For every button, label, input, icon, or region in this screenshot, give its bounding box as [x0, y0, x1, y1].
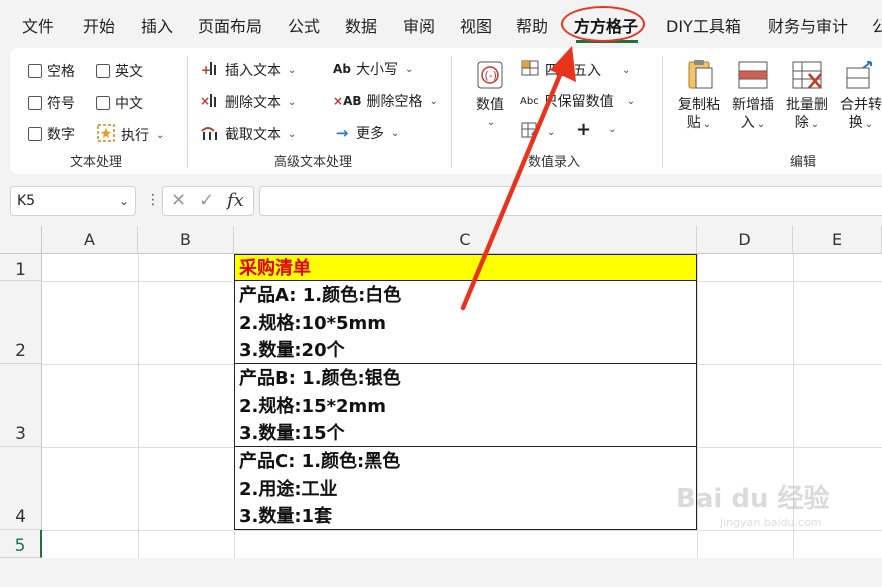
group-label-value: 数值录入: [528, 155, 581, 170]
name-box[interactable]: K5 ⌄: [10, 186, 136, 216]
svg-text:(-): (-): [485, 69, 498, 82]
group-label-advanced: 高级文本处理: [274, 155, 353, 170]
row-header-1[interactable]: 1: [0, 254, 42, 281]
tab-insert[interactable]: 插入: [141, 16, 173, 38]
value-tools-button[interactable]: ⌄: [520, 121, 555, 143]
value-icon: (-): [470, 58, 510, 92]
checkbox-box[interactable]: [28, 64, 42, 78]
new-insert-button[interactable]: 新增插 入 ⌄: [726, 58, 780, 134]
tab-page-layout[interactable]: 页面布局: [198, 16, 262, 38]
round-icon: [520, 59, 540, 81]
cell-c4[interactable]: 产品C: 1.颜色:黑色 2.用途:工业 3.数量:1套: [234, 446, 697, 530]
checkbox-box[interactable]: [96, 96, 110, 110]
checkbox-chinese[interactable]: 中文: [96, 93, 143, 113]
checkbox-box[interactable]: [28, 96, 42, 110]
select-all-corner[interactable]: [0, 226, 42, 254]
formula-bar: K5 ⌄ ⋮ ✕ ✓ fx: [0, 174, 882, 226]
merge-icon: [841, 58, 881, 92]
delete-space-button[interactable]: ×AB 删除空格 ⌄: [333, 91, 438, 111]
checkbox-box[interactable]: [28, 127, 42, 141]
keep-value-button[interactable]: Abc 只保留数值 ⌄: [520, 91, 635, 111]
tab-home[interactable]: 开始: [83, 16, 115, 38]
cut-text-button[interactable]: 截取文本 ⌄: [200, 123, 296, 145]
column-header-e[interactable]: E: [793, 226, 882, 254]
group-label-text: 文本处理: [70, 155, 123, 170]
column-header-a[interactable]: A: [42, 226, 138, 254]
abc-icon: Abc: [520, 95, 539, 107]
insert-text-icon: +: [200, 59, 220, 81]
svg-text:×: ×: [200, 94, 210, 108]
formula-controls: ✕ ✓ fx: [162, 186, 254, 216]
checkbox-number[interactable]: 数字: [28, 124, 75, 144]
column-header-c[interactable]: C: [234, 226, 697, 254]
batch-delete-button[interactable]: 批量删 除 ⌄: [780, 58, 834, 134]
tab-diy-toolbox[interactable]: DIY工具箱: [666, 16, 741, 38]
cancel-icon[interactable]: ✕: [171, 190, 186, 211]
column-header-d[interactable]: D: [697, 226, 793, 254]
chevron-down-icon[interactable]: ⌄: [119, 187, 129, 215]
insert-text-button[interactable]: + 插入文本 ⌄: [200, 59, 296, 81]
column-header-b[interactable]: B: [138, 226, 234, 254]
add-button[interactable]: + ⌄: [576, 119, 616, 140]
case-icon: Ab: [333, 62, 351, 76]
group-label-edit: 编辑: [790, 155, 817, 170]
checkbox-space[interactable]: 空格: [28, 61, 75, 81]
function-icon[interactable]: fx: [227, 190, 244, 211]
delete-text-icon: ×: [200, 91, 220, 113]
checkbox-english[interactable]: 英文: [96, 61, 143, 81]
more-button[interactable]: → 更多 ⌄: [333, 123, 400, 143]
row-header-5[interactable]: 5: [0, 530, 42, 558]
delete-space-icon: ×AB: [333, 94, 362, 108]
tab-file[interactable]: 文件: [22, 16, 54, 38]
tab-data[interactable]: 数据: [345, 16, 377, 38]
more-options-icon[interactable]: ⋮: [146, 192, 160, 208]
formula-input[interactable]: [259, 186, 882, 216]
execute-button[interactable]: 执行 ⌄: [96, 123, 164, 147]
row-header-2[interactable]: 2: [0, 281, 42, 364]
case-button[interactable]: Ab 大小写 ⌄: [333, 59, 413, 79]
checkbox-box[interactable]: [96, 64, 110, 78]
table-edit-icon: [520, 121, 540, 143]
cell-c1[interactable]: 采购清单: [234, 254, 697, 281]
tab-help[interactable]: 帮助: [516, 16, 548, 38]
copy-paste-button[interactable]: 复制粘 贴 ⌄: [672, 58, 726, 134]
annotation-circle: [561, 6, 645, 42]
menu-bar: 文件 开始 插入 页面布局 公式 数据 审阅 视图 帮助 方方格子 DIY工具箱…: [0, 0, 882, 48]
execute-icon: [96, 123, 116, 147]
insert-rows-icon: [733, 58, 773, 92]
value-button[interactable]: (-) 数值 ⌄: [468, 58, 512, 132]
baidu-watermark: Bai du 经验 jingyan.baidu.com: [676, 484, 830, 529]
delete-rows-icon: [787, 58, 827, 92]
round-button[interactable]: 四舍五入 ⌄: [520, 59, 630, 81]
row-header-3[interactable]: 3: [0, 364, 42, 447]
checkbox-symbol[interactable]: 符号: [28, 93, 75, 113]
tab-view[interactable]: 视图: [460, 16, 492, 38]
delete-text-button[interactable]: × 删除文本 ⌄: [200, 91, 296, 113]
ribbon: 空格 英文 符号 中文 数字 执行 ⌄ 文本处理 + 插入文本 ⌄ × 删除文本 ⌄ …: [10, 48, 882, 174]
tab-formulas[interactable]: 公式: [288, 16, 320, 38]
svg-text:+: +: [201, 63, 211, 77]
cut-text-icon: [200, 123, 220, 145]
clipboard-icon: [679, 58, 719, 92]
confirm-icon[interactable]: ✓: [199, 190, 214, 211]
cell-c3[interactable]: 产品B: 1.颜色:银色 2.规格:15*2mm 3.数量:15个: [234, 363, 697, 447]
cell-c2[interactable]: 产品A: 1.颜色:白色 2.规格:10*5mm 3.数量:20个: [234, 280, 697, 364]
tab-finance-audit[interactable]: 财务与审计: [768, 16, 848, 38]
row-header-4[interactable]: 4: [0, 447, 42, 530]
arrow-right-icon: →: [335, 124, 349, 142]
tab-more[interactable]: 公: [872, 16, 882, 38]
merge-convert-button[interactable]: 合并转 换 ⌄: [834, 58, 882, 134]
tab-review[interactable]: 审阅: [403, 16, 435, 38]
